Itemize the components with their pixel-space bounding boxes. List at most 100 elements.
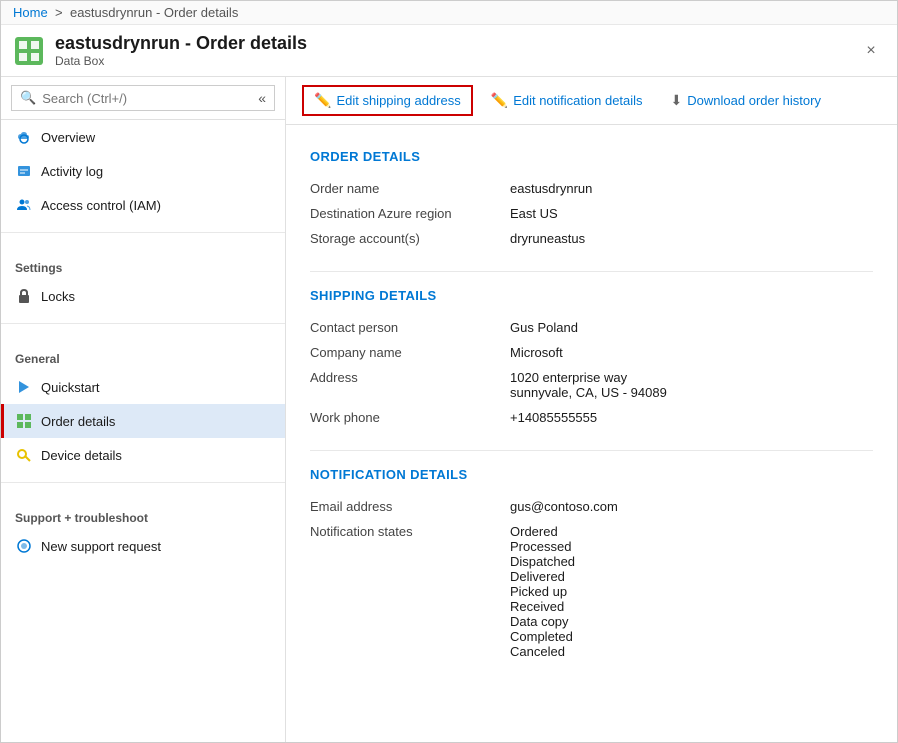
search-input[interactable] <box>42 91 258 106</box>
sidebar-item-new-support-request[interactable]: New support request <box>1 529 285 563</box>
sidebar-item-locks[interactable]: Locks <box>1 279 285 313</box>
sidebar-divider-1 <box>1 232 285 233</box>
breadcrumb: Home > eastusdrynrun - Order details <box>1 1 897 25</box>
collapse-button[interactable]: « <box>258 90 266 106</box>
close-button[interactable]: × <box>857 37 885 65</box>
support-icon <box>15 537 33 555</box>
sidebar: 🔍 « Overview Activity log <box>1 77 286 742</box>
order-name-value: eastusdrynrun <box>510 176 873 201</box>
address-value: 1020 enterprise way sunnyvale, CA, US - … <box>510 365 873 405</box>
notification-details-heading: NOTIFICATION DETAILS <box>310 467 873 482</box>
notification-state-item: Canceled <box>510 644 865 659</box>
sidebar-item-access-control[interactable]: Access control (IAM) <box>1 188 285 222</box>
sidebar-item-device-details[interactable]: Device details <box>1 438 285 472</box>
address-label: Address <box>310 365 510 405</box>
download-icon: ⬇ <box>671 92 683 109</box>
table-row: Address 1020 enterprise way sunnyvale, C… <box>310 365 873 405</box>
sidebar-search-area: 🔍 « <box>1 77 285 120</box>
notification-state-item: Completed <box>510 629 865 644</box>
quickstart-icon <box>15 378 33 396</box>
notification-states-label: Notification states <box>310 519 510 664</box>
edit-shipping-icon: ✏️ <box>314 92 331 109</box>
section-divider-2 <box>310 450 873 451</box>
general-section-label: General <box>1 340 285 370</box>
sidebar-item-activity-log[interactable]: Activity log <box>1 154 285 188</box>
table-row: Company name Microsoft <box>310 340 873 365</box>
activity-icon <box>15 162 33 180</box>
order-name-label: Order name <box>310 176 510 201</box>
order-details-heading: ORDER DETAILS <box>310 149 873 164</box>
sidebar-item-order-details-label: Order details <box>41 414 115 429</box>
table-row: Destination Azure region East US <box>310 201 873 226</box>
storage-accounts-label: Storage account(s) <box>310 226 510 251</box>
destination-region-label: Destination Azure region <box>310 201 510 226</box>
sidebar-item-order-details[interactable]: Order details <box>1 404 285 438</box>
table-row: Storage account(s) dryruneastus <box>310 226 873 251</box>
sidebar-item-quickstart[interactable]: Quickstart <box>1 370 285 404</box>
work-phone-label: Work phone <box>310 405 510 430</box>
shipping-details-table: Contact person Gus Poland Company name M… <box>310 315 873 430</box>
address-line1: 1020 enterprise way <box>510 370 865 385</box>
grid-icon <box>15 412 33 430</box>
email-address-label: Email address <box>310 494 510 519</box>
sidebar-item-overview-label: Overview <box>41 130 95 145</box>
company-name-value: Microsoft <box>510 340 873 365</box>
title-text: eastusdrynrun - Order details Data Box <box>55 33 857 68</box>
sidebar-item-access-control-label: Access control (IAM) <box>41 198 161 213</box>
notification-states-list: OrderedProcessedDispatchedDeliveredPicke… <box>510 524 865 659</box>
notification-state-item: Received <box>510 599 865 614</box>
table-row: Email address gus@contoso.com <box>310 494 873 519</box>
notification-state-item: Dispatched <box>510 554 865 569</box>
sidebar-item-device-details-label: Device details <box>41 448 122 463</box>
address-line2: sunnyvale, CA, US - 94089 <box>510 385 865 400</box>
detail-area: ORDER DETAILS Order name eastusdrynrun D… <box>286 125 897 742</box>
notification-state-item: Ordered <box>510 524 865 539</box>
download-history-button[interactable]: ⬇ Download order history <box>661 87 831 114</box>
edit-shipping-label: Edit shipping address <box>336 93 460 108</box>
edit-notification-button[interactable]: ✏️ Edit notification details <box>481 87 653 114</box>
breadcrumb-separator: > <box>55 5 63 20</box>
sidebar-divider-3 <box>1 482 285 483</box>
sidebar-item-overview[interactable]: Overview <box>1 120 285 154</box>
settings-section-label: Settings <box>1 249 285 279</box>
destination-region-value: East US <box>510 201 873 226</box>
app-icon <box>13 35 45 67</box>
storage-accounts-value: dryruneastus <box>510 226 873 251</box>
people-icon <box>15 196 33 214</box>
support-section-label: Support + troubleshoot <box>1 499 285 529</box>
download-history-label: Download order history <box>687 93 821 108</box>
email-address-value: gus@contoso.com <box>510 494 873 519</box>
page-subtitle: Data Box <box>55 54 857 68</box>
sidebar-item-new-support-request-label: New support request <box>41 539 161 554</box>
breadcrumb-home[interactable]: Home <box>13 5 48 20</box>
cloud-icon <box>15 128 33 146</box>
order-details-table: Order name eastusdrynrun Destination Azu… <box>310 176 873 251</box>
page-title: eastusdrynrun - Order details <box>55 33 857 54</box>
content-pane: ✏️ Edit shipping address ✏️ Edit notific… <box>286 77 897 742</box>
main-content: 🔍 « Overview Activity log <box>1 77 897 742</box>
sidebar-divider-2 <box>1 323 285 324</box>
notification-state-item: Delivered <box>510 569 865 584</box>
notification-state-item: Picked up <box>510 584 865 599</box>
contact-person-label: Contact person <box>310 315 510 340</box>
edit-shipping-address-button[interactable]: ✏️ Edit shipping address <box>302 85 473 116</box>
notification-details-table: Email address gus@contoso.com Notificati… <box>310 494 873 664</box>
table-row: Order name eastusdrynrun <box>310 176 873 201</box>
lock-icon <box>15 287 33 305</box>
contact-person-value: Gus Poland <box>510 315 873 340</box>
edit-notification-icon: ✏️ <box>491 92 508 109</box>
title-bar: eastusdrynrun - Order details Data Box × <box>1 25 897 77</box>
table-row: Work phone +14085555555 <box>310 405 873 430</box>
notification-state-item: Data copy <box>510 614 865 629</box>
company-name-label: Company name <box>310 340 510 365</box>
search-icon: 🔍 <box>20 90 36 106</box>
sidebar-item-activity-log-label: Activity log <box>41 164 103 179</box>
main-window: Home > eastusdrynrun - Order details eas… <box>0 0 898 743</box>
shipping-details-heading: SHIPPING DETAILS <box>310 288 873 303</box>
table-row: Notification states OrderedProcessedDisp… <box>310 519 873 664</box>
search-box: 🔍 « <box>11 85 275 111</box>
breadcrumb-current: eastusdrynrun - Order details <box>70 5 238 20</box>
edit-notification-label: Edit notification details <box>513 93 642 108</box>
notification-states-values: OrderedProcessedDispatchedDeliveredPicke… <box>510 519 873 664</box>
notification-state-item: Processed <box>510 539 865 554</box>
